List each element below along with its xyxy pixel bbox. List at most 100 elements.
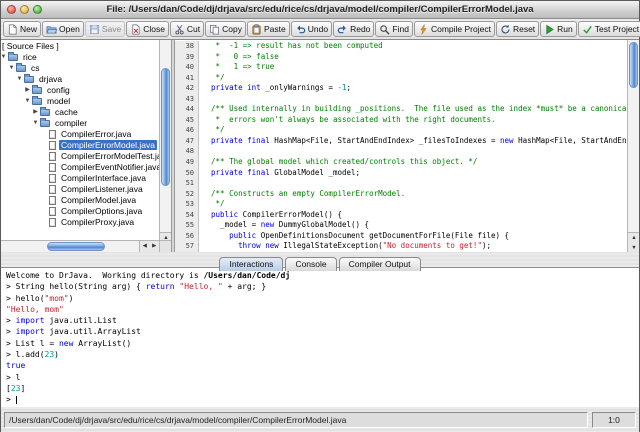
- tree-item-label: CompilerListener.java: [61, 184, 143, 194]
- file-icon: [49, 140, 56, 150]
- expanded-triangle-icon[interactable]: ▼: [23, 96, 32, 107]
- editor-line-56[interactable]: 56 public OpenDefinitionsDocument getDoc…: [175, 230, 627, 242]
- scrollbar-thumb[interactable]: [629, 42, 638, 88]
- run-button[interactable]: Run: [540, 21, 577, 37]
- scrollbar-thumb[interactable]: [47, 242, 105, 251]
- editor-line-45[interactable]: 45 * errors won't always be associated w…: [175, 114, 627, 126]
- editor-line-43[interactable]: 43: [175, 93, 627, 105]
- editor-line-39[interactable]: 39 * 0 => false: [175, 51, 627, 63]
- editor-line-52[interactable]: 52 /** Constructs an empty CompilerError…: [175, 188, 627, 200]
- editor-line-38[interactable]: 38 * -1 => result has not been computed: [175, 41, 627, 52]
- editor-line-44[interactable]: 44 /** Used internally in building _posi…: [175, 104, 627, 115]
- tree-item-compilererror-java[interactable]: CompilerError.java: [1, 129, 159, 140]
- line-number: 52: [175, 188, 199, 200]
- tree-item-rice[interactable]: ▼ rice: [1, 51, 159, 63]
- copy-button[interactable]: Copy: [205, 21, 246, 37]
- tree-item-label: CompilerEventNotifier.java: [61, 162, 159, 172]
- close-button[interactable]: Close: [126, 21, 169, 37]
- editor-line-55[interactable]: 55 _model = new DummyGlobalModel() {: [175, 220, 627, 231]
- expanded-triangle-icon[interactable]: ▼: [31, 118, 40, 129]
- tree-item-compilerproxy-java[interactable]: CompilerProxy.java: [1, 217, 159, 228]
- tree-item-config[interactable]: ▶ config: [1, 84, 159, 96]
- text-segment: [202, 83, 211, 92]
- window-close-button[interactable]: [7, 5, 16, 14]
- folder-icon: [16, 62, 26, 72]
- text-segment: final: [247, 135, 270, 145]
- cut-button[interactable]: Cut: [169, 21, 205, 37]
- tree-item-model[interactable]: ▼ model: [1, 95, 159, 107]
- compile-project-button[interactable]: Compile Project: [413, 21, 495, 37]
- editor-vertical-scrollbar[interactable]: ▲ ▼: [627, 40, 639, 252]
- editor-line-47[interactable]: 47 private final HashMap<File, StartAndE…: [175, 135, 627, 147]
- text-segment: [202, 241, 238, 250]
- line-number: 41: [175, 72, 199, 84]
- interactions-pane[interactable]: Welcome to DrJava. Working directory is …: [1, 268, 639, 407]
- text-segment: throw: [238, 241, 261, 251]
- run-play-icon: [544, 24, 555, 35]
- open-button[interactable]: Open: [42, 21, 84, 37]
- tree-horizontal-scrollbar[interactable]: ◀ ▶: [1, 240, 159, 252]
- test-project-button[interactable]: Test Project: [577, 21, 640, 37]
- collapsed-triangle-icon[interactable]: ▶: [23, 85, 32, 96]
- editor-line-42[interactable]: 42 private int _onlyWarnings = -1;: [175, 83, 627, 94]
- scroll-up-arrow-icon[interactable]: ▲: [628, 233, 639, 243]
- undo-button[interactable]: Undo: [290, 21, 333, 37]
- editor-line-51[interactable]: 51: [175, 178, 627, 189]
- window-zoom-button[interactable]: [33, 5, 42, 14]
- tree-item-drjava[interactable]: ▼ drjava: [1, 73, 159, 85]
- code-text: public OpenDefinitionsDocument getDocume…: [199, 231, 627, 242]
- editor-line-48[interactable]: 48: [175, 146, 627, 158]
- collapsed-triangle-icon[interactable]: ▶: [31, 107, 40, 118]
- text-segment: new: [58, 338, 74, 348]
- tree-item-compilereventnotifier-java[interactable]: CompilerEventNotifier.java: [1, 162, 159, 173]
- line-number: 38: [175, 41, 199, 52]
- editor-line-40[interactable]: 40 * 1 => true: [175, 62, 627, 73]
- editor-line-57[interactable]: 57 throw new IllegalStateException("No d…: [175, 241, 627, 252]
- scroll-right-arrow-icon[interactable]: ▶: [150, 241, 160, 252]
- tree-item-compilermodel-java[interactable]: CompilerModel.java: [1, 195, 159, 206]
- tab-compiler-output[interactable]: Compiler Output: [338, 257, 421, 271]
- reset-button[interactable]: Reset: [495, 21, 540, 37]
- tree-item-compilererrormodel-java[interactable]: CompilerErrorModel.java: [1, 140, 159, 151]
- tree-vertical-scrollbar[interactable]: ▲ ▼: [159, 40, 171, 252]
- scroll-left-arrow-icon[interactable]: ◀: [140, 241, 150, 252]
- expanded-triangle-icon[interactable]: ▼: [15, 74, 24, 85]
- expanded-triangle-icon[interactable]: ▼: [1, 52, 8, 63]
- interactions-line: [23]: [6, 383, 639, 394]
- save-button[interactable]: Save: [84, 21, 126, 37]
- tree-item-compilerlistener-java[interactable]: CompilerListener.java: [1, 184, 159, 195]
- text-segment: private: [211, 83, 243, 93]
- tree-item-label: compiler: [55, 118, 88, 128]
- editor-line-53[interactable]: 53 */: [175, 199, 627, 210]
- tree-item-source-files[interactable]: ▼[ Source Files ]: [1, 41, 159, 52]
- paste-button[interactable]: Paste: [247, 21, 290, 37]
- editor-line-49[interactable]: 49 /** The global model which created/co…: [175, 157, 627, 168]
- redo-button[interactable]: Redo: [333, 21, 375, 37]
- find-button[interactable]: Find: [375, 21, 413, 37]
- editor-line-54[interactable]: 54 public CompilerErrorModel() {: [175, 209, 627, 221]
- tree-item-compiler[interactable]: ▼ compiler: [1, 117, 159, 129]
- scroll-down-arrow-icon[interactable]: ▼: [628, 243, 639, 252]
- folder-icon: [32, 95, 42, 105]
- code-editor[interactable]: 38 * -1 => result has not been computed 3…: [175, 40, 627, 252]
- tab-interactions[interactable]: Interactions: [219, 257, 284, 271]
- code-text: /** The global model which created/contr…: [199, 157, 627, 168]
- tab-console[interactable]: Console: [285, 257, 337, 271]
- tree-item-label: CompilerError.java: [61, 129, 132, 139]
- status-file-path: /Users/dan/Code/dj/drjava/src/edu/rice/c…: [4, 412, 588, 428]
- tree-item-cs[interactable]: ▼ cs: [1, 62, 159, 74]
- code-text: public CompilerErrorModel() {: [199, 210, 627, 221]
- tree-item-compilererrormodeltest-java[interactable]: CompilerErrorModelTest.java: [1, 151, 159, 162]
- tree-item-compilerinterface-java[interactable]: CompilerInterface.java: [1, 173, 159, 184]
- line-number: 44: [175, 104, 199, 115]
- expanded-triangle-icon[interactable]: ▼: [7, 63, 16, 74]
- editor-line-50[interactable]: 50 private final GlobalModel _model;: [175, 167, 627, 179]
- window-minimize-button[interactable]: [20, 5, 29, 14]
- editor-line-41[interactable]: 41 */: [175, 72, 627, 84]
- scrollbar-thumb[interactable]: [161, 68, 170, 186]
- new-button[interactable]: New: [3, 21, 42, 37]
- tree-item-compileroptions-java[interactable]: CompilerOptions.java: [1, 206, 159, 217]
- tree-item-cache[interactable]: ▶ cache: [1, 106, 159, 118]
- editor-line-46[interactable]: 46 */: [175, 125, 627, 136]
- text-segment: private: [211, 167, 243, 177]
